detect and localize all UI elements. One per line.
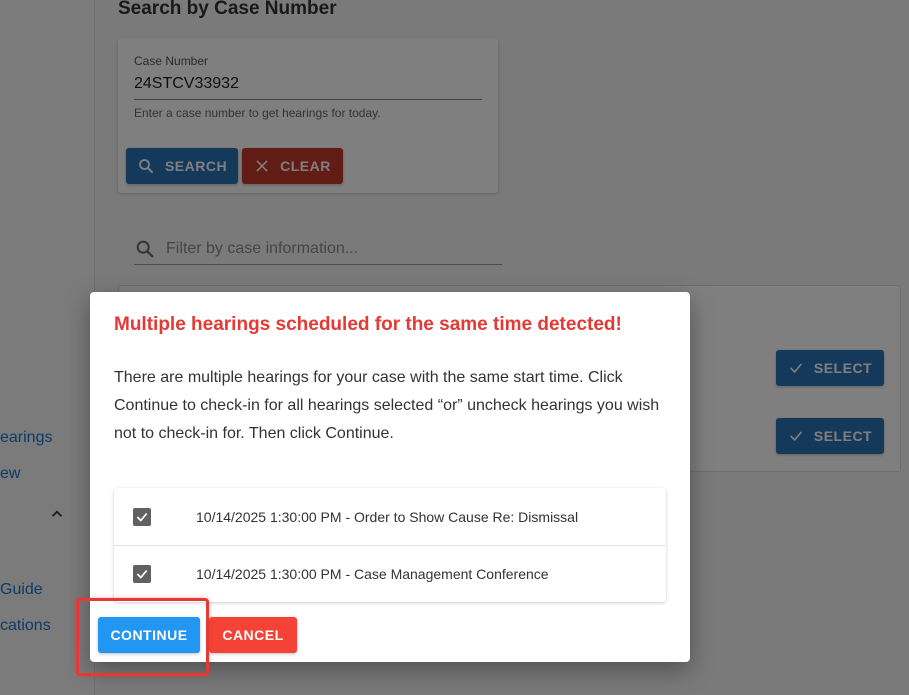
cancel-button[interactable]: CANCEL: [209, 617, 297, 653]
hearing-label: 10/14/2025 1:30:00 PM - Case Management …: [196, 566, 549, 582]
hearing-checkbox-1[interactable]: [133, 507, 151, 526]
dialog-title: Multiple hearings scheduled for the same…: [114, 314, 622, 335]
check-icon: [136, 512, 148, 522]
list-item[interactable]: 10/14/2025 1:30:00 PM - Case Management …: [114, 545, 666, 602]
hearing-label: 10/14/2025 1:30:00 PM - Order to Show Ca…: [196, 508, 579, 525]
hearing-checkbox-2[interactable]: [133, 565, 151, 583]
check-icon: [136, 569, 148, 579]
hearing-list: 10/14/2025 1:30:00 PM - Order to Show Ca…: [114, 488, 666, 602]
list-item[interactable]: 10/14/2025 1:30:00 PM - Order to Show Ca…: [114, 488, 666, 545]
continue-highlight-box: [76, 598, 209, 676]
dialog-body: There are multiple hearings for your cas…: [114, 369, 660, 442]
